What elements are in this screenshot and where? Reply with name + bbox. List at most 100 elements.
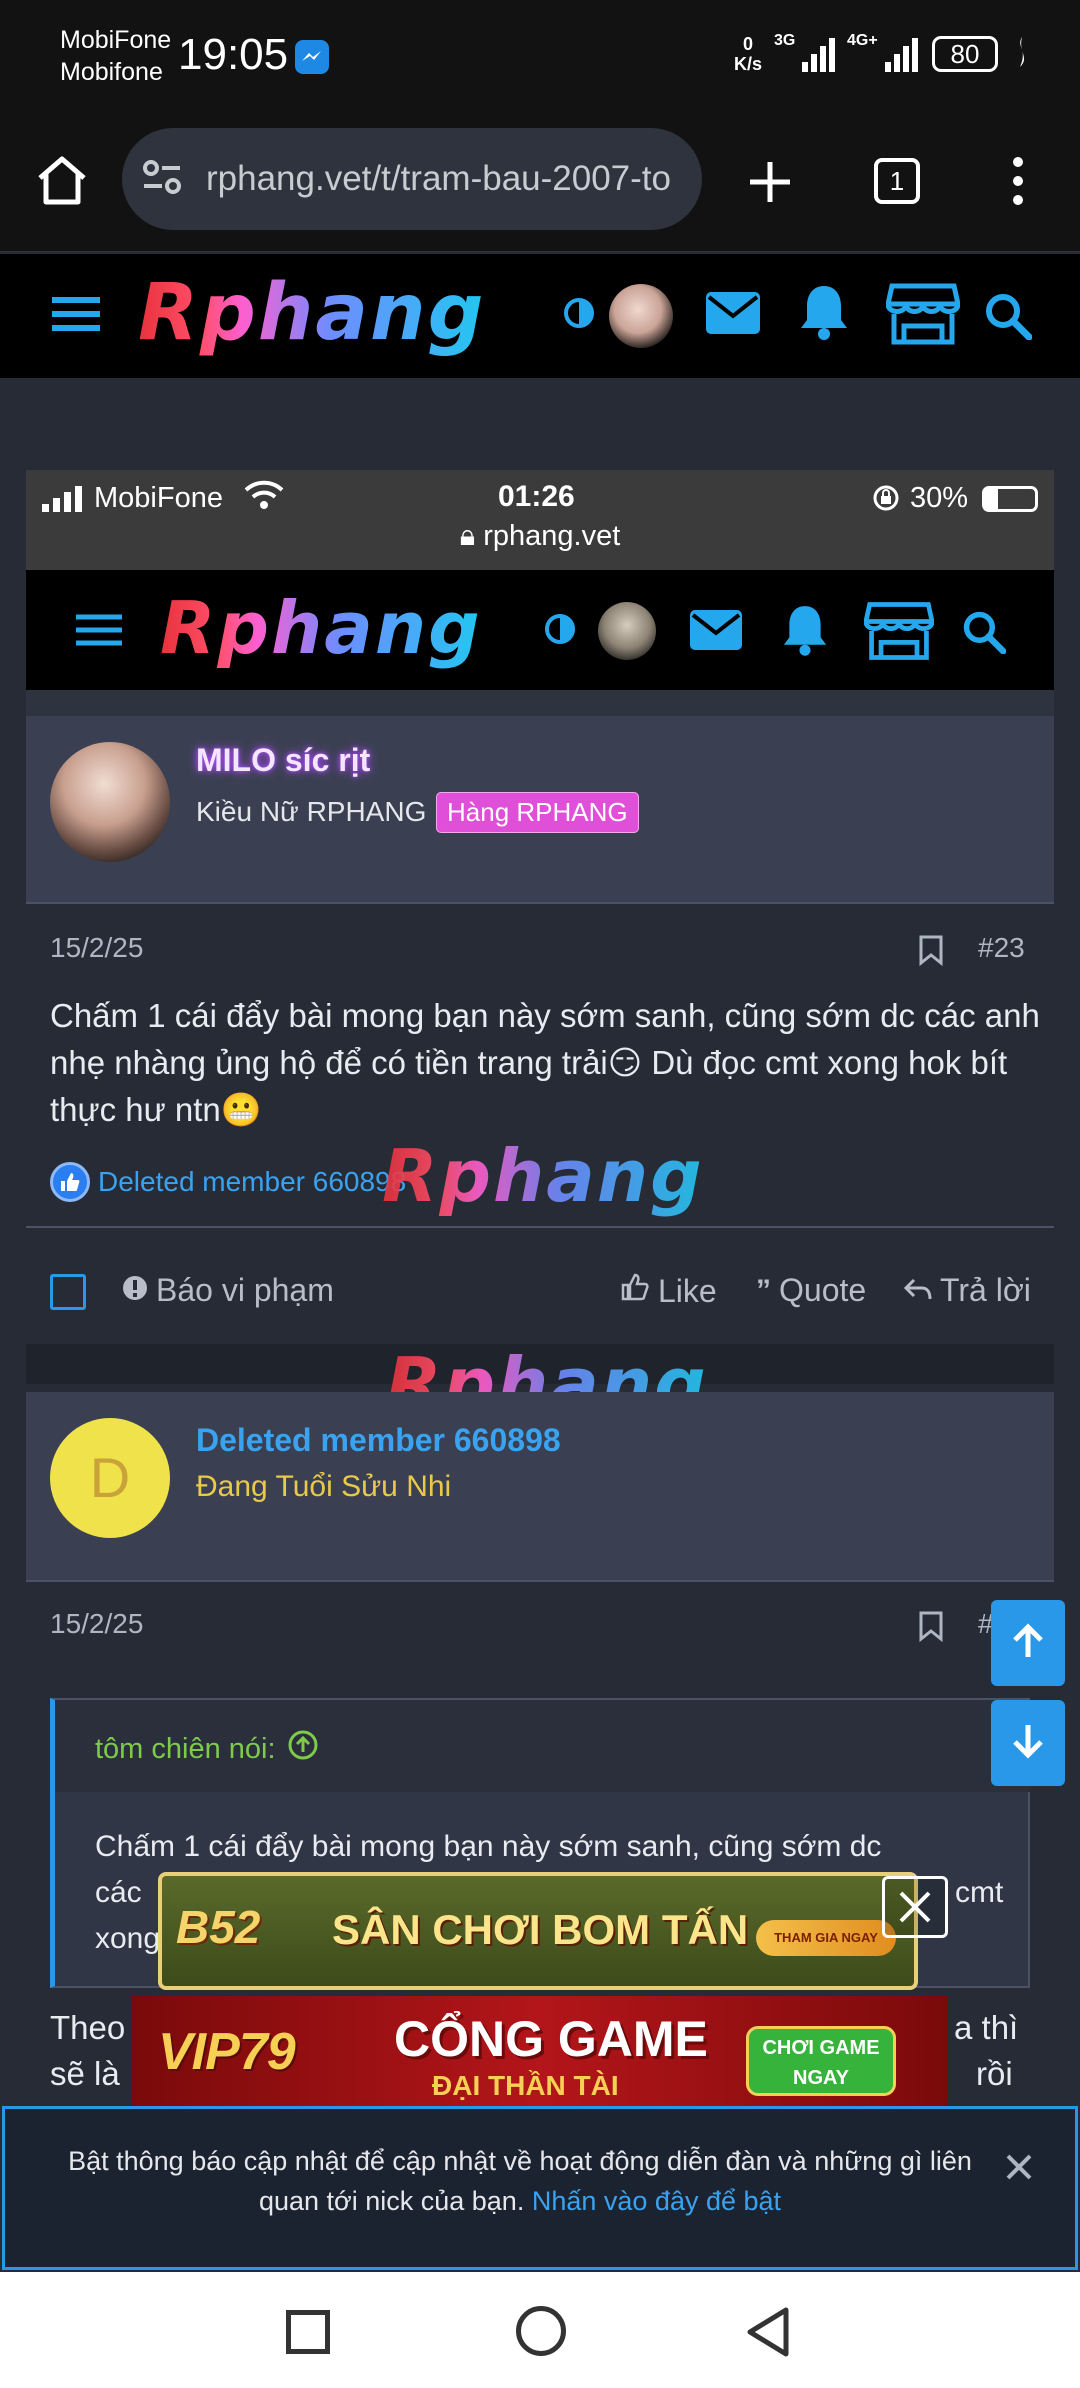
user-banner-badge: Hàng RPHANG bbox=[436, 792, 639, 833]
embedded-divider bbox=[26, 690, 1054, 716]
more-menu-icon[interactable] bbox=[1010, 156, 1026, 211]
arrow-up-icon bbox=[1008, 1621, 1048, 1666]
theme-toggle-icon[interactable] bbox=[563, 297, 595, 334]
scroll-to-bottom-button[interactable] bbox=[991, 1700, 1065, 1786]
scroll-to-top-button[interactable] bbox=[991, 1600, 1065, 1686]
ad1-text: SÂN CHƠI BOM TẤN bbox=[332, 1906, 749, 1953]
embedded-site-logo: Rphang bbox=[160, 586, 482, 670]
address-bar[interactable]: rphang.vet/t/tram-bau-2007-to bbox=[122, 128, 702, 230]
inner-battery-percent: 30% bbox=[910, 482, 969, 514]
ad2-cta: CHƠI GAME NGAY bbox=[746, 2026, 896, 2096]
ad2-subtext: ĐẠI THẦN TÀI bbox=[432, 2070, 619, 2101]
site-header: Rphang bbox=[0, 254, 1080, 378]
quote-line-1: Chấm 1 cái đẩy bài mong bạn này sớm sanh… bbox=[95, 1830, 882, 1863]
post-body-line-1-end: a thì bbox=[954, 2009, 1019, 2046]
post-author-username[interactable]: MILO síc rịt bbox=[196, 742, 370, 779]
post-author-username[interactable]: Deleted member 660898 bbox=[196, 1422, 561, 1459]
enable-notifications-link[interactable]: Nhấn vào đây để bật bbox=[532, 2186, 781, 2216]
notification-prompt-text: Bật thông báo cập nhật để cập nhật về ho… bbox=[68, 2146, 972, 2216]
site-settings-icon[interactable] bbox=[142, 159, 182, 200]
theme-toggle-icon bbox=[544, 613, 576, 650]
ad-banner-vip79[interactable]: VIP79 CỔNG GAME ĐẠI THẦN TÀI CHƠI GAME N… bbox=[132, 1996, 948, 2106]
post-number[interactable]: #23 bbox=[978, 932, 1025, 964]
quote-line-2-start: các bbox=[95, 1876, 142, 1909]
home-button[interactable] bbox=[516, 2306, 566, 2356]
new-tab-icon[interactable] bbox=[748, 160, 792, 209]
bookmark-icon[interactable] bbox=[918, 1610, 944, 1647]
recents-button[interactable] bbox=[286, 2310, 330, 2354]
embedded-screenshot-status-bar: MobiFone 01:26 30% 🔒︎ rphang.vet bbox=[26, 470, 1054, 570]
post-user-panel: D Deleted member 660898 Đang Tuổi Sửu Nh… bbox=[26, 1392, 1054, 1580]
post-author-avatar[interactable]: D bbox=[50, 1418, 170, 1538]
hamburger-menu-icon[interactable] bbox=[52, 294, 100, 339]
site-logo[interactable]: Rphang bbox=[138, 268, 485, 358]
post-author-avatar[interactable] bbox=[50, 742, 170, 862]
select-post-checkbox[interactable] bbox=[50, 1274, 86, 1310]
net-speed-indicator: 0 K/s bbox=[733, 34, 762, 74]
store-icon[interactable] bbox=[884, 282, 962, 351]
signal-3g-icon: 3G bbox=[774, 32, 835, 72]
user-avatar[interactable] bbox=[609, 284, 673, 348]
like-button[interactable]: Like bbox=[620, 1272, 717, 1310]
post-author-title: Kiều Nữ RPHANG bbox=[196, 796, 427, 827]
home-icon[interactable] bbox=[34, 154, 90, 211]
quote-button[interactable]: ” Quote bbox=[756, 1272, 866, 1309]
ad-banner-b52[interactable]: B52 SÂN CHƠI BOM TẤN THAM GIA NGAY bbox=[158, 1872, 918, 1990]
quote-icon: ” bbox=[756, 1273, 771, 1307]
post-date[interactable]: 15/2/25 bbox=[50, 1608, 143, 1640]
reply-button[interactable]: Trả lời bbox=[903, 1272, 1031, 1309]
push-notification-prompt: Bật thông báo cập nhật để cập nhật về ho… bbox=[2, 2106, 1078, 2270]
bookmark-icon[interactable] bbox=[918, 934, 944, 971]
ad2-brand: VIP79 bbox=[158, 2023, 296, 2081]
notification-bell-icon[interactable] bbox=[799, 284, 849, 345]
store-icon bbox=[862, 600, 936, 667]
arrow-up-circle-icon[interactable] bbox=[288, 1730, 318, 1768]
post-footer-divider bbox=[26, 1226, 1054, 1228]
quote-author[interactable]: tôm chiên nói: bbox=[95, 1730, 318, 1768]
ad2-text: CỔNG GAME bbox=[394, 2011, 708, 2067]
notification-bell-icon bbox=[782, 604, 828, 661]
close-icon bbox=[1005, 2154, 1033, 2185]
post-user-panel: MILO síc rịt Kiều Nữ RPHANG Hàng RPHANG bbox=[26, 716, 1054, 902]
close-ad-button[interactable] bbox=[882, 1876, 948, 1938]
inner-url: 🔒︎ rphang.vet bbox=[459, 520, 621, 552]
arrow-down-icon bbox=[1008, 1721, 1048, 1766]
close-icon bbox=[885, 1891, 945, 1939]
hamburger-menu-icon bbox=[76, 612, 122, 653]
reaction-summary[interactable]: Deleted member 660898 bbox=[50, 1162, 406, 1202]
inner-wifi-icon bbox=[244, 480, 284, 515]
tab-switcher-button[interactable]: 1 bbox=[874, 158, 920, 204]
back-button[interactable] bbox=[746, 2306, 790, 2363]
carrier-label: MobiFone Mobifone bbox=[60, 26, 172, 86]
post-body-line-1-start: Theo bbox=[50, 2009, 126, 2046]
quote-line-2-end: cmt bbox=[955, 1876, 1004, 1909]
charging-icon bbox=[1012, 36, 1030, 72]
thumbs-up-icon bbox=[620, 1272, 650, 1310]
inner-signal-icon bbox=[42, 484, 82, 512]
like-reaction-icon bbox=[50, 1162, 90, 1202]
signal-4g-icon: 4G+ bbox=[847, 32, 918, 72]
ad1-cta: THAM GIA NGAY bbox=[756, 1920, 896, 1956]
search-icon bbox=[962, 610, 1007, 659]
user-avatar bbox=[598, 602, 656, 660]
browser-toolbar: rphang.vet/t/tram-bau-2007-to 1 bbox=[0, 120, 1080, 252]
post-message: 15/2/25 #23 Chấm 1 cái đẩy bài mong bạn … bbox=[26, 904, 1054, 1344]
inner-time: 01:26 bbox=[498, 480, 575, 513]
watermark-logo: Rphang bbox=[382, 1134, 704, 1218]
post-author-title: Đang Tuổi Sửu Nhi bbox=[196, 1470, 452, 1503]
inbox-icon[interactable] bbox=[706, 292, 760, 339]
system-status-bar: MobiFone Mobifone 19:05 0 K/s 3G 4G+ 80 bbox=[0, 0, 1080, 120]
inner-battery-icon bbox=[982, 486, 1038, 512]
post-body-line-2-end: rồi bbox=[976, 2055, 1013, 2092]
ad1-brand: B52 bbox=[176, 1901, 261, 1953]
url-text: rphang.vet/t/tram-bau-2007-to bbox=[206, 159, 671, 198]
inner-rotation-lock-icon bbox=[872, 484, 900, 517]
reaction-user-link[interactable]: Deleted member 660898 bbox=[98, 1166, 406, 1198]
post-date[interactable]: 15/2/25 bbox=[50, 932, 143, 964]
report-button[interactable]: Báo vi phạm bbox=[122, 1272, 334, 1309]
post-body-line-2-start: sẽ là bbox=[50, 2055, 120, 2092]
messenger-icon bbox=[295, 40, 329, 74]
inbox-icon bbox=[690, 610, 742, 655]
search-icon[interactable] bbox=[984, 292, 1033, 345]
close-notification-button[interactable] bbox=[1005, 2153, 1033, 2186]
